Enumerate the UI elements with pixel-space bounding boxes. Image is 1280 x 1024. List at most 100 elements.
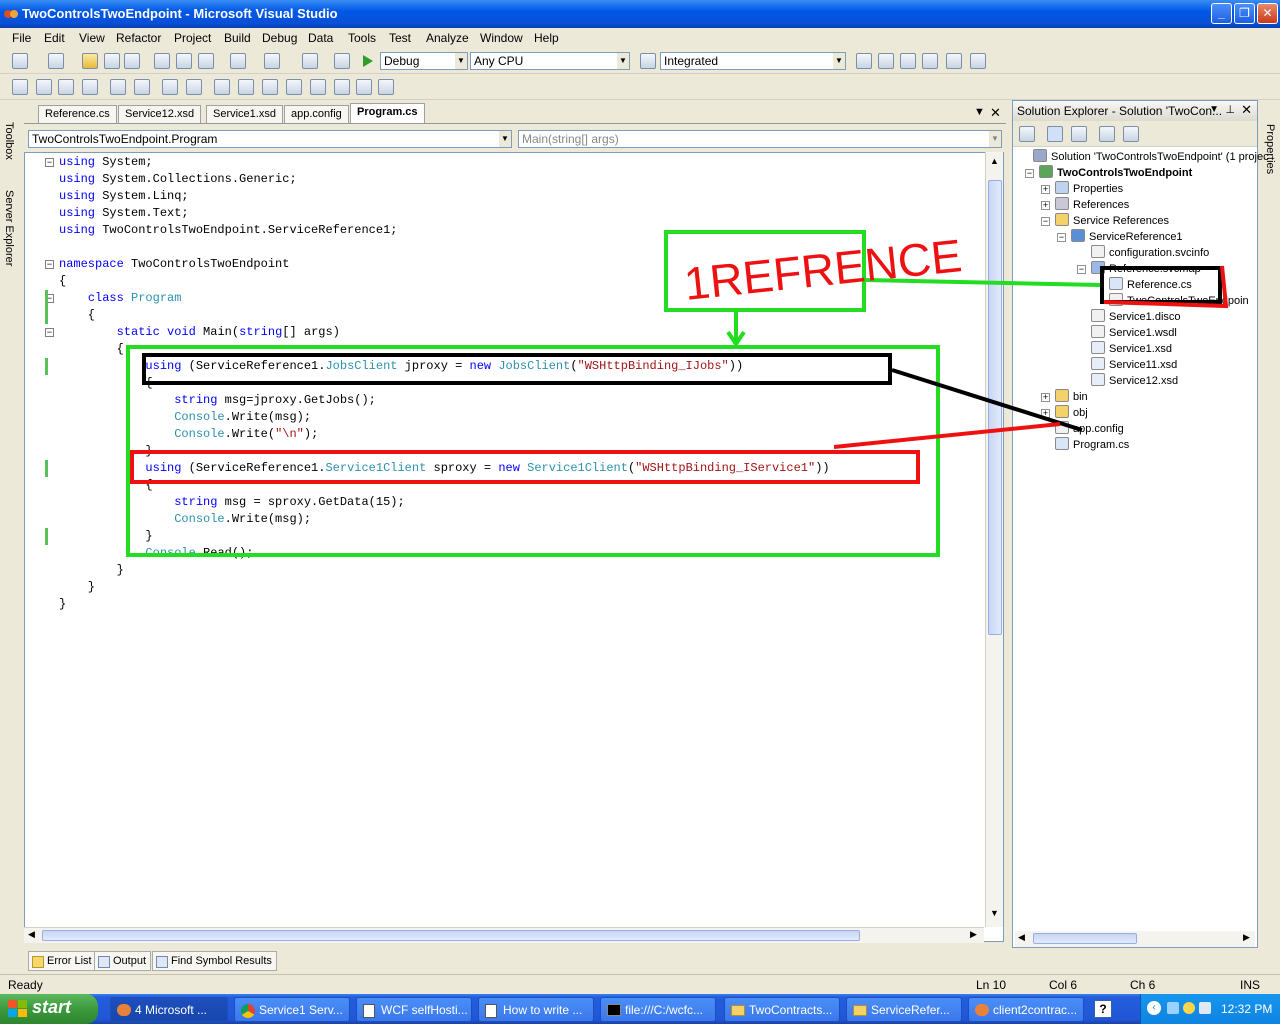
- code-line[interactable]: using (ServiceReference1.Service1Client …: [59, 460, 829, 477]
- server-explorer-tab[interactable]: Server Explorer: [3, 190, 15, 266]
- code-line[interactable]: }: [59, 596, 66, 613]
- decrease-indent-icon[interactable]: [110, 79, 126, 95]
- code-line[interactable]: }: [59, 562, 124, 579]
- scroll-right-icon[interactable]: ▶: [1243, 932, 1250, 943]
- horizontal-scroll-thumb[interactable]: [1033, 933, 1137, 944]
- solution-explorer-icon[interactable]: [878, 53, 894, 69]
- taskbar-item-twocontracts[interactable]: TwoContracts...: [724, 997, 840, 1022]
- expand-node-icon[interactable]: +: [1041, 185, 1050, 194]
- member-dropdown[interactable]: Main(string[] args) ▼: [518, 130, 1002, 148]
- view-class-diagram-icon[interactable]: [1123, 126, 1139, 142]
- bookmark-window-icon[interactable]: [356, 79, 372, 95]
- code-line[interactable]: Console.Write("\n");: [59, 426, 318, 443]
- tree-node[interactable]: Program.cs: [1055, 437, 1129, 451]
- taskbar-item-client2contrac[interactable]: client2contrac...: [968, 997, 1084, 1022]
- parameter-info-icon[interactable]: [36, 79, 52, 95]
- navigate-forward-icon[interactable]: [334, 53, 350, 69]
- code-line[interactable]: namespace TwoControlsTwoEndpoint: [59, 256, 289, 273]
- menu-analyze[interactable]: Analyze: [426, 31, 469, 45]
- code-line[interactable]: {: [59, 477, 152, 494]
- scroll-up-icon[interactable]: ▲: [987, 156, 1002, 172]
- tab-dropdown-icon[interactable]: ▼: [974, 106, 985, 118]
- tree-node[interactable]: Reference.cs: [1109, 277, 1192, 291]
- show-all-files-icon[interactable]: [1047, 126, 1063, 142]
- collapse-node-icon[interactable]: −: [1057, 233, 1066, 242]
- menu-help[interactable]: Help: [534, 31, 559, 45]
- scroll-left-icon[interactable]: ◀: [1018, 932, 1025, 943]
- close-document-icon[interactable]: ✕: [990, 105, 1001, 121]
- code-line[interactable]: using System.Collections.Generic;: [59, 171, 297, 188]
- next-bookmark-icon[interactable]: [262, 79, 278, 95]
- close-button[interactable]: ✕: [1257, 3, 1278, 24]
- code-line[interactable]: }: [59, 443, 152, 460]
- toggle-bookmark-icon[interactable]: [214, 79, 230, 95]
- taskbar-item-wcf-selfhosting[interactable]: WCF selfHosti...: [356, 997, 472, 1022]
- volume-icon[interactable]: [1199, 1002, 1211, 1014]
- expand-node-icon[interactable]: +: [1041, 201, 1050, 210]
- code-line[interactable]: class Program: [59, 290, 182, 307]
- menu-debug[interactable]: Debug: [262, 31, 297, 45]
- tab-reference-cs[interactable]: Reference.cs: [38, 105, 117, 123]
- increase-indent-icon[interactable]: [134, 79, 150, 95]
- paste-icon[interactable]: [198, 53, 214, 69]
- tab-service1-xsd[interactable]: Service1.xsd: [206, 105, 283, 123]
- menu-window[interactable]: Window: [480, 31, 523, 45]
- network-icon[interactable]: [1167, 1002, 1179, 1014]
- find-combo[interactable]: Integrated ▼: [660, 52, 846, 70]
- find-icon[interactable]: [856, 53, 872, 69]
- new-project-icon[interactable]: [12, 53, 28, 69]
- tab-output[interactable]: Output: [94, 951, 152, 971]
- cut-icon[interactable]: [154, 53, 170, 69]
- code-line[interactable]: string msg=jproxy.GetJobs();: [59, 392, 376, 409]
- tree-node[interactable]: bin: [1055, 389, 1088, 403]
- toolbox-icon[interactable]: [922, 53, 938, 69]
- expand-node-icon[interactable]: +: [1041, 393, 1050, 402]
- code-line[interactable]: string msg = sproxy.GetData(15);: [59, 494, 404, 511]
- complete-word-icon[interactable]: [82, 79, 98, 95]
- minimize-button[interactable]: _: [1211, 3, 1232, 24]
- tree-node[interactable]: Service1.disco: [1091, 309, 1181, 323]
- code-line[interactable]: {: [59, 341, 124, 358]
- type-dropdown[interactable]: TwoControlsTwoEndpoint.Program ▼: [28, 130, 512, 148]
- save-all-icon[interactable]: [124, 53, 140, 69]
- collapse-outline-icon[interactable]: −: [45, 158, 54, 167]
- code-line[interactable]: Console.Read();: [59, 545, 253, 562]
- taskbar-item-how-to-write[interactable]: How to write ...: [478, 997, 594, 1022]
- menu-file[interactable]: File: [12, 31, 31, 45]
- save-icon[interactable]: [104, 53, 120, 69]
- code-line[interactable]: {: [59, 273, 66, 290]
- code-line[interactable]: {: [59, 307, 95, 324]
- tree-node[interactable]: References: [1055, 197, 1129, 211]
- taskbar-item-microsoft[interactable]: 4 Microsoft ...: [110, 997, 228, 1022]
- tab-error-list[interactable]: Error List: [28, 951, 97, 971]
- previous-bookmark-icon[interactable]: [238, 79, 254, 95]
- pin-icon[interactable]: ⊥: [1225, 103, 1235, 116]
- scroll-down-icon[interactable]: ▼: [987, 908, 1002, 924]
- scroll-right-icon[interactable]: ▶: [970, 929, 977, 940]
- code-line[interactable]: Console.Write(msg);: [59, 409, 311, 426]
- comment-icon[interactable]: [162, 79, 178, 95]
- collapse-outline-icon[interactable]: −: [45, 328, 54, 337]
- code-line[interactable]: }: [59, 528, 152, 545]
- toolbox-tab[interactable]: Toolbox: [3, 122, 15, 160]
- tree-node[interactable]: TwoControlsTwoEndpoin: [1109, 293, 1249, 307]
- code-line[interactable]: Console.Write(msg);: [59, 511, 311, 528]
- solution-horizontal-scrollbar[interactable]: ◀ ▶: [1015, 931, 1255, 947]
- menu-refactor[interactable]: Refactor: [116, 31, 161, 45]
- tree-node[interactable]: configuration.svcinfo: [1091, 245, 1209, 259]
- editor-vertical-scrollbar[interactable]: ▲ ▼: [985, 152, 1003, 927]
- properties-window-icon[interactable]: [900, 53, 916, 69]
- clear-bookmarks-icon[interactable]: [334, 79, 350, 95]
- properties-icon[interactable]: [1019, 126, 1035, 142]
- copy-icon[interactable]: [176, 53, 192, 69]
- tree-node[interactable]: Service1.wsdl: [1091, 325, 1177, 339]
- tab-find-symbol-results[interactable]: Find Symbol Results: [152, 951, 277, 971]
- menu-tools[interactable]: Tools: [348, 31, 376, 45]
- menu-test[interactable]: Test: [389, 31, 411, 45]
- previous-bookmark-folder-icon[interactable]: [286, 79, 302, 95]
- tree-node[interactable]: obj: [1055, 405, 1088, 419]
- collapse-node-icon[interactable]: −: [1025, 169, 1034, 178]
- security-icon[interactable]: [1183, 1002, 1195, 1014]
- code-line[interactable]: using (ServiceReference1.JobsClient jpro…: [59, 358, 743, 375]
- tree-node[interactable]: Service11.xsd: [1091, 357, 1177, 371]
